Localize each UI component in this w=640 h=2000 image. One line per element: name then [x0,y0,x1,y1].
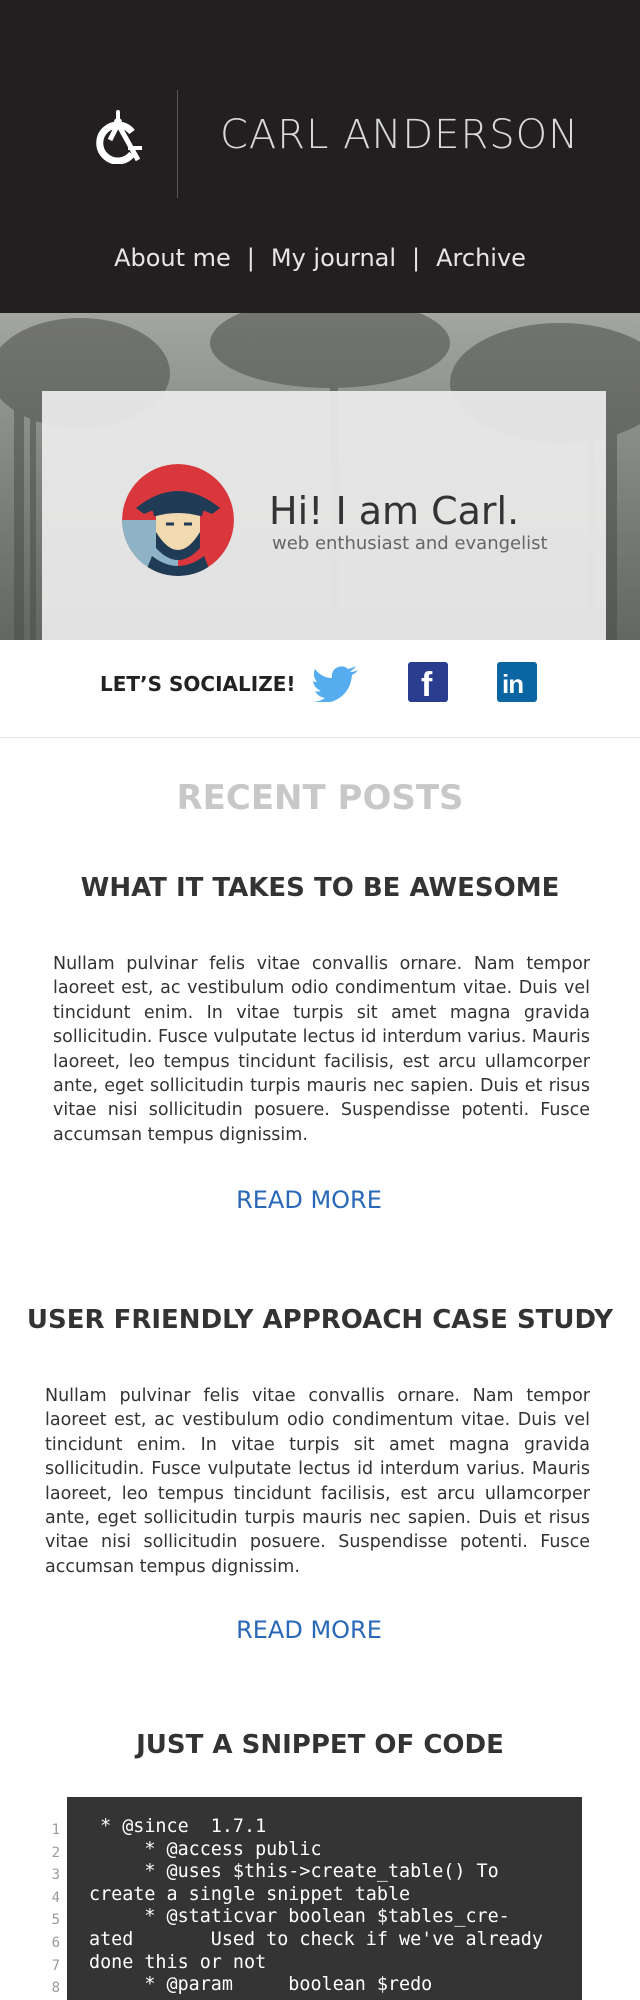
logo-icon[interactable] [88,108,148,164]
line-number: 4 [51,1889,60,1906]
twitter-icon[interactable] [312,666,358,702]
code-line: ated Used to check if we've already [89,1928,543,1950]
facebook-glyph: f [421,666,433,704]
line-number: 8 [51,1980,60,1997]
line-number: 3 [51,1867,60,1884]
header-divider [177,90,178,198]
read-more-link[interactable]: READ MORE [0,1186,618,1214]
nav-separator: | [246,244,255,272]
post-title[interactable]: USER FRIENDLY APPROACH CASE STUDY [0,1305,640,1335]
intro-card: Hi! I am Carl. web enthusiast and evange… [42,391,606,640]
line-number: 1 [51,1822,60,1838]
site-header: CARL ANDERSON About me | My journal | Archiv… [0,0,640,313]
post-excerpt: Nullam pulvinar felis vitae convallis or… [45,1386,590,1577]
social-bar: LET’S SOCIALIZE! f in [0,640,640,738]
code-line: * @param boolean $redo [89,1974,433,1996]
site-title: CARL ANDERSON [220,112,580,158]
nav-my-journal[interactable]: My journal [271,244,396,272]
code-line: create a single snippet table [89,1883,411,1905]
facebook-icon[interactable]: f [408,662,448,704]
code-snippet: 1 2 3 4 5 6 7 8 * @since 1.7.1 * @access… [40,1797,582,2000]
hero-greeting: Hi! I am Carl. [269,489,520,533]
linkedin-icon[interactable]: in [497,662,537,702]
post-title[interactable]: WHAT IT TAKES TO BE AWESOME [0,873,640,903]
line-numbers: 1 2 3 4 5 6 7 8 [40,1819,60,2000]
hero-banner: Hi! I am Carl. web enthusiast and evange… [0,313,640,640]
social-label: LET’S SOCIALIZE! [100,672,296,696]
line-number: 6 [51,1934,60,1951]
hero-tagline: web enthusiast and evangelist [272,533,548,554]
code-line: * @staticvar boolean $tables_cre- [89,1906,510,1928]
code-line: done this or not [89,1951,267,1973]
line-number: 5 [51,1912,60,1929]
main-nav: About me | My journal | Archive [0,244,640,272]
read-more-link[interactable]: READ MORE [0,1616,618,1644]
line-number: 7 [51,1957,60,1974]
code-line: * @access public [89,1838,322,1860]
code-line: * @uses $this->create_table() To [89,1861,499,1883]
recent-posts-heading: RECENT POSTS [176,778,464,818]
post-title[interactable]: JUST A SNIPPET OF CODE [0,1730,640,1760]
nav-archive[interactable]: Archive [436,244,526,272]
line-number: 2 [51,1844,60,1861]
code-line: * @since 1.7.1 [89,1816,267,1837]
linkedin-glyph: in [502,669,524,699]
post-excerpt: Nullam pulvinar felis vitae convallis or… [53,954,590,1145]
nav-about-me[interactable]: About me [114,244,231,272]
code-block: * @since 1.7.1 * @access public * @uses … [67,1797,582,2000]
nav-separator: | [412,244,421,272]
portrait-avatar [122,464,234,576]
